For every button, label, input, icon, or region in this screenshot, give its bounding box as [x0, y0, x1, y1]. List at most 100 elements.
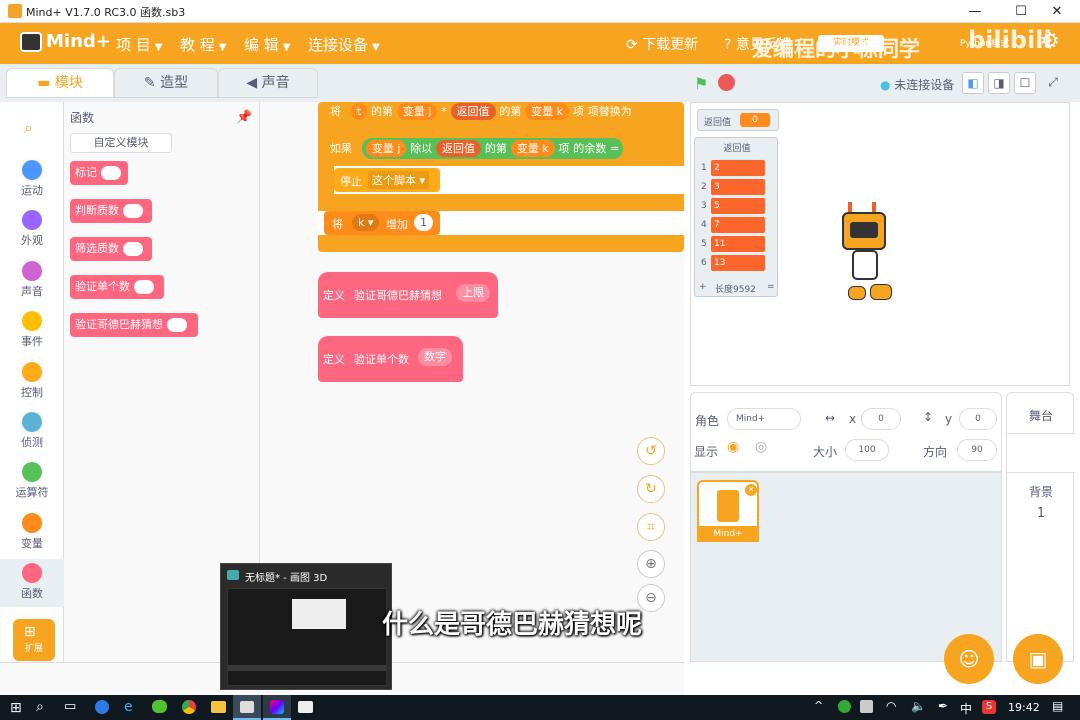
category-2[interactable]: 声音 [0, 257, 64, 305]
large-stage-icon[interactable]: ◨ [988, 72, 1010, 94]
windows-start-icon[interactable]: ⊞ [10, 700, 22, 716]
eye-hidden-icon[interactable]: ◎ [755, 439, 767, 455]
make-block-button[interactable]: 自定义模块 [70, 133, 172, 153]
clock[interactable]: 19:42 [1008, 701, 1040, 714]
condition-operator[interactable]: 变量 j 除以 返回值 的第 变量 k 项 的余数 = [361, 138, 624, 159]
minimize-button[interactable]: — [952, 0, 998, 23]
small-stage-icon[interactable]: ◧ [962, 72, 984, 94]
zoom-in-button[interactable]: ⊕ [637, 550, 665, 578]
size-input[interactable]: 100 [845, 439, 889, 461]
list-item[interactable]: 23 [695, 178, 779, 196]
pin-icon[interactable]: 📌 [236, 110, 252, 125]
category-6[interactable]: 运算符 [0, 458, 64, 506]
dropdown-var[interactable]: t [350, 103, 368, 120]
stop-sign-icon[interactable] [718, 74, 735, 91]
tab-costumes[interactable]: ✎ 造型 [114, 68, 218, 98]
task-view-icon[interactable]: ▭ [64, 699, 76, 714]
stage-panel[interactable]: 舞台 背景 1 [1006, 392, 1075, 662]
list-item[interactable]: 47 [695, 216, 779, 234]
category-3[interactable]: 事件 [0, 307, 64, 355]
reporter-var-j[interactable]: 变量 j [365, 140, 407, 157]
list-resize-handle[interactable]: = [767, 282, 775, 292]
stage-layout-icon[interactable]: ☐ [1014, 72, 1036, 94]
list-reporter[interactable]: 返回值 [436, 140, 482, 157]
define-verify-single-block[interactable]: 定义 验证单个数 数字 [318, 336, 463, 382]
search-icon[interactable]: ⌕ [36, 699, 44, 715]
reporter-var-k[interactable]: 变量 k [510, 140, 555, 157]
fullscreen-icon[interactable]: ⤢ [1042, 72, 1064, 94]
tray-app-icon[interactable] [838, 700, 851, 713]
reporter-var-k[interactable]: 变量 k [525, 103, 570, 120]
ime-icon[interactable]: S [982, 700, 996, 714]
category-4[interactable]: 控制 [0, 358, 64, 406]
input-language[interactable]: 中 [960, 700, 972, 717]
device-status[interactable]: ● 未连接设备 [880, 76, 954, 93]
tray-chevron-icon[interactable]: ^ [814, 699, 823, 712]
redo-button[interactable]: ↻ [637, 475, 665, 503]
y-input[interactable]: 0 [959, 408, 997, 430]
category-8[interactable]: 函数 [0, 559, 64, 608]
delete-sprite-icon[interactable]: ✕ [745, 484, 757, 496]
crop-button[interactable]: ⌗ [637, 513, 665, 541]
stop-block[interactable]: 停止 这个脚本 ▾ [334, 168, 440, 192]
eye-visible-icon[interactable]: ◉ [727, 439, 739, 455]
category-5[interactable]: 侦测 [0, 408, 64, 456]
terminal-icon[interactable] [298, 701, 313, 713]
value-input[interactable]: 1 [414, 214, 433, 231]
green-flag-icon[interactable]: ⚑ [694, 74, 710, 93]
tray-app-icon[interactable] [860, 700, 873, 713]
list-item[interactable]: 6 13 [695, 254, 779, 272]
folder-icon[interactable] [211, 701, 226, 713]
palette-block-mark[interactable]: 标记 [70, 161, 128, 185]
list-item[interactable]: 35 [695, 197, 779, 215]
palette-block-filterprime[interactable]: 筛选质数 [70, 237, 152, 261]
change-var-block[interactable]: 将 k ▾ 增加 1 [324, 211, 440, 235]
list-item[interactable]: 5 11 [695, 235, 779, 253]
menu-edit[interactable]: 编 辑 ▼ [244, 34, 290, 55]
close-button[interactable]: ✕ [1034, 0, 1080, 23]
sprite-thumbnail[interactable]: Mind+ ✕ [697, 480, 759, 542]
taskbar-preview[interactable]: 无标题* - 画图 3D [220, 563, 392, 690]
category-7[interactable]: 变量 [0, 509, 64, 557]
palette-block-isprime[interactable]: 判断质数 [70, 199, 152, 223]
search-icon[interactable]: ⌕ [24, 118, 33, 138]
add-sprite-button[interactable]: ☺ [944, 634, 994, 684]
chrome-icon[interactable] [182, 700, 196, 714]
browser-icon[interactable] [95, 700, 109, 714]
x-input[interactable]: 0 [861, 408, 901, 430]
define-arg[interactable]: 数字 [418, 348, 452, 366]
add-backdrop-button[interactable]: ▣ [1013, 634, 1063, 684]
notification-icon[interactable]: ▤ [1052, 699, 1063, 713]
edge-icon[interactable]: e [124, 699, 133, 715]
menu-project[interactable]: 项 目 ▼ [116, 34, 162, 55]
pen-icon[interactable]: ✒ [938, 699, 948, 713]
mindplus-sprite[interactable] [840, 202, 896, 306]
download-update-button[interactable]: ⟳ 下载更新 [626, 34, 698, 54]
wechat-icon[interactable] [152, 700, 167, 713]
category-0[interactable]: 运动 [0, 156, 64, 204]
menu-tutorial[interactable]: 教 程 ▼ [180, 34, 226, 55]
category-1[interactable]: 外观 [0, 206, 64, 254]
list-item[interactable]: 12 [695, 159, 779, 177]
stop-dropdown[interactable]: 这个脚本 ▾ [368, 171, 430, 189]
list-reporter[interactable]: 返回值 [450, 103, 496, 120]
reporter-var-j[interactable]: 变量 j [396, 103, 438, 120]
sprite-name-input[interactable]: Mind+ [727, 408, 801, 430]
menu-connect-device[interactable]: 连接设备 ▼ [308, 34, 380, 55]
define-goldbach-block[interactable]: 定义 验证哥德巴赫猜想 上限 [318, 272, 498, 318]
volume-icon[interactable]: 🔈 [911, 699, 926, 713]
direction-input[interactable]: 90 [957, 439, 997, 461]
tab-sounds[interactable]: ◀ 声音 [218, 68, 318, 98]
undo-button[interactable]: ↺ [637, 437, 665, 465]
palette-block-verify-goldbach[interactable]: 验证哥德巴赫猜想 [70, 313, 198, 337]
if-block[interactable]: 如果 变量 j 除以 返回值 的第 变量 k 项 的余数 = [330, 138, 686, 159]
tab-blocks[interactable]: ▬ 模块 [6, 68, 114, 98]
list-monitor[interactable]: 返回值 1 2 2 3 3 5 4 7 5 11 6 13 + 长度9592 = [694, 137, 778, 297]
palette-block-verify-single[interactable]: 验证单个数 [70, 275, 164, 299]
list-add-button[interactable]: + [699, 282, 707, 292]
variable-monitor[interactable]: 返回值 0 [697, 109, 779, 131]
define-arg[interactable]: 上限 [456, 284, 490, 302]
var-dropdown[interactable]: k ▾ [352, 214, 380, 231]
wifi-icon[interactable]: ◠ [886, 699, 896, 713]
replace-item-block[interactable]: 将 t 的第 变量 j * 返回值 的第 变量 k 项 项替换为 [330, 103, 686, 123]
